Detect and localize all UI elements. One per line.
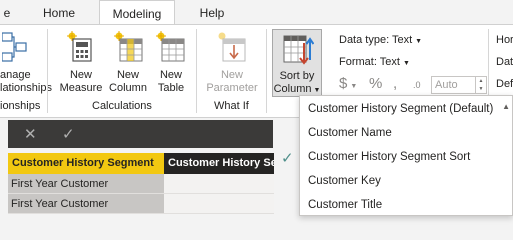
new-table-button[interactable]: New Table <box>151 29 191 95</box>
decimal-places-button[interactable]: .0 <box>413 80 421 90</box>
chevron-down-icon: ▼ <box>402 60 410 67</box>
column-header-selected[interactable]: Customer History Segment <box>8 153 164 174</box>
format-label: Format: Text <box>339 56 400 68</box>
default-summarization-label[interactable]: Def <box>496 78 513 90</box>
new-table-label-1: New <box>159 69 182 81</box>
menu-item-checked[interactable]: Customer History Segment Sort <box>300 145 512 169</box>
spin-down-icon: ▼ <box>478 86 484 92</box>
table-cell[interactable]: First Year Customer <box>8 174 164 194</box>
table-cell[interactable] <box>164 194 274 214</box>
currency-button[interactable]: $ ▼ <box>339 75 357 92</box>
menu-item[interactable]: Customer Name <box>300 121 512 145</box>
commit-icon[interactable]: ✓ <box>62 125 75 143</box>
sort-by-column-button[interactable]: Sort by Column ▼ <box>272 29 322 97</box>
spin-up-icon: ▲ <box>478 78 484 84</box>
group-divider <box>196 29 197 113</box>
chevron-down-icon: ▼ <box>313 87 321 94</box>
decimal-places-input[interactable]: Auto <box>431 76 476 94</box>
data-type-dropdown[interactable]: Data type: Text ▼ <box>339 34 422 46</box>
data-category-label[interactable]: Dat <box>496 56 513 68</box>
menu-item[interactable]: Customer Title <box>300 193 512 215</box>
cancel-icon[interactable]: ✕ <box>24 125 37 143</box>
whatif-group-label: What If <box>214 100 249 112</box>
new-column-icon <box>114 31 143 62</box>
currency-icon: $ <box>339 75 348 92</box>
menu-item-label: Customer Key <box>308 175 381 187</box>
column-header[interactable]: Customer History Se <box>164 153 274 174</box>
new-parameter-label-1: New <box>220 69 243 81</box>
sort-by-column-icon <box>283 35 314 65</box>
new-parameter-icon <box>218 32 246 62</box>
chevron-down-icon: ▼ <box>415 38 423 45</box>
data-type-label: Data type: Text <box>339 34 413 46</box>
formula-bar: ✕ ✓ <box>8 120 273 148</box>
menu-item-label: Customer History Segment (Default) <box>308 103 494 115</box>
scroll-up-icon[interactable]: ▲ <box>502 102 510 111</box>
new-column-button[interactable]: New Column <box>108 29 148 95</box>
relationships-icon <box>2 32 27 62</box>
chevron-down-icon: ▼ <box>350 83 358 90</box>
new-table-label-2: Table <box>157 82 185 94</box>
calculations-group-label: Calculations <box>92 100 152 112</box>
menu-item[interactable]: Customer History Segment (Default) <box>300 97 512 121</box>
menu-scrollbar[interactable]: ▲ <box>498 96 512 215</box>
manage-relationships-button[interactable]: anage lationships <box>0 29 52 95</box>
new-measure-label-2: Measure <box>59 82 103 94</box>
comma-button[interactable]: , <box>393 75 397 92</box>
relationships-group-label: ionships <box>0 100 41 112</box>
relationships-label-1: anage <box>0 69 31 81</box>
group-divider <box>47 29 48 113</box>
tab-home[interactable]: Home <box>36 0 82 24</box>
new-parameter-button[interactable]: New Parameter <box>203 29 261 95</box>
sort-by-column-label-text: Column <box>273 83 312 95</box>
percent-button[interactable]: % <box>369 75 382 92</box>
relationships-label-2: lationships <box>0 82 52 94</box>
new-parameter-label-2: Parameter <box>206 82 258 94</box>
menu-item-label: Customer History Segment Sort <box>308 151 471 163</box>
calculator-icon <box>67 31 92 62</box>
ribbon-tab-bar: e Home Modeling Help <box>0 0 513 24</box>
new-table-icon <box>156 31 185 62</box>
checkmark-icon: ✓ <box>281 150 294 167</box>
menu-item[interactable]: Customer Key <box>300 169 512 193</box>
new-column-label-2: Column <box>109 82 147 94</box>
format-dropdown[interactable]: Format: Text ▼ <box>339 56 410 68</box>
new-measure-button[interactable]: New Measure <box>55 29 107 95</box>
group-divider <box>266 29 267 113</box>
table-cell[interactable]: First Year Customer <box>8 194 164 214</box>
tab-modeling[interactable]: Modeling <box>99 0 175 24</box>
decimal-spinner[interactable]: ▲ ▼ <box>476 76 487 94</box>
menu-item-label: Customer Title <box>308 199 383 211</box>
home-table-label[interactable]: Hor <box>496 34 513 46</box>
tab-help[interactable]: Help <box>190 0 234 24</box>
table-cell[interactable] <box>164 174 274 194</box>
new-column-label-1: New <box>116 69 139 81</box>
sort-by-column-menu: Customer History Segment (Default) Custo… <box>299 95 513 216</box>
menu-item-label: Customer Name <box>308 127 392 139</box>
sort-by-column-label-1: Sort by <box>279 70 315 82</box>
tab-file[interactable]: e <box>0 0 14 24</box>
new-measure-label-1: New <box>69 69 92 81</box>
